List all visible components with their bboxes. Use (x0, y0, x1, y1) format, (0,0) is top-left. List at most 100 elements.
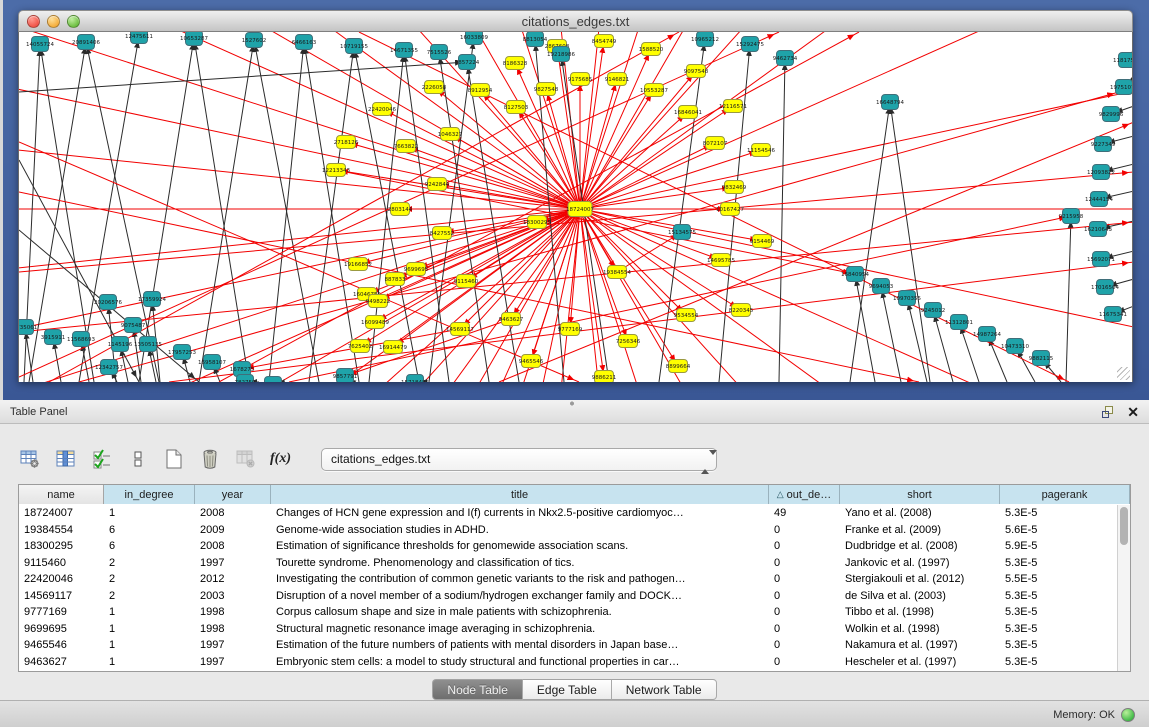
table-cell[interactable]: 0 (769, 621, 840, 638)
graph-node[interactable]: 18724007 (566, 202, 594, 217)
table-cell[interactable]: 18724007 (19, 505, 104, 522)
graph-node[interactable]: 14055724 (26, 37, 54, 52)
graph-node[interactable]: 9534554 (674, 309, 699, 322)
table-settings-button[interactable] (18, 447, 42, 471)
table-cell[interactable]: 0 (769, 588, 840, 605)
graph-node[interactable]: 2718126 (334, 136, 359, 149)
graph-edge[interactable] (850, 102, 890, 382)
table-cell[interactable]: Genome-wide association studies in ADHD. (271, 522, 769, 539)
column-header-pagerank[interactable]: pagerank (1000, 485, 1130, 504)
graph-node[interactable]: 11675341 (1099, 307, 1127, 322)
graph-node[interactable]: 10553287 (640, 84, 668, 97)
table-cell[interactable]: 18300295 (19, 538, 104, 555)
table-cell[interactable]: 2008 (195, 505, 271, 522)
delete-column-button[interactable] (198, 447, 222, 471)
graph-edge[interactable] (580, 32, 1048, 209)
graph-node[interactable]: 782759 (235, 375, 256, 383)
graph-node[interactable]: 11312801 (945, 315, 973, 330)
graph-node[interactable]: 2226058 (422, 81, 447, 94)
table-cell[interactable]: Disruption of a novel member of a sodium… (271, 588, 769, 605)
table-cell[interactable]: 0 (769, 555, 840, 572)
column-header-year[interactable]: year (195, 485, 271, 504)
table-cell[interactable]: 9699695 (19, 621, 104, 638)
graph-node[interactable]: 9115460 (454, 275, 479, 288)
network-window-titlebar[interactable]: citations_edges.txt (18, 10, 1133, 32)
table-cell[interactable]: 5.3E-5 (1000, 621, 1117, 638)
table-cell[interactable]: 5.3E-5 (1000, 588, 1117, 605)
table-cell[interactable]: 5.5E-5 (1000, 571, 1117, 588)
table-cell[interactable]: 1 (104, 654, 195, 671)
graph-node[interactable]: 9694053 (869, 279, 894, 294)
graph-edge[interactable] (580, 209, 604, 377)
graph-node[interactable]: 12093822 (1087, 165, 1115, 180)
graph-node[interactable]: 7515526 (427, 45, 452, 60)
table-select-dropdown[interactable]: citations_edges.txt (321, 448, 717, 471)
table-scrollbar[interactable] (1117, 505, 1130, 671)
graph-node[interactable]: 7857224 (455, 55, 480, 70)
graph-node[interactable]: 8899664 (666, 360, 691, 373)
graph-node[interactable]: 11154546 (747, 144, 775, 157)
graph-node[interactable]: 10965212 (691, 32, 719, 47)
graph-node[interactable]: 9242844 (425, 178, 450, 191)
function-builder-button[interactable]: f(x) (270, 447, 291, 471)
table-cell[interactable]: 5.3E-5 (1000, 604, 1117, 621)
table-cell[interactable]: Nakamura et al. (1997) (840, 637, 1000, 654)
table-cell[interactable]: 1997 (195, 654, 271, 671)
graph-node[interactable]: 15692071 (1087, 252, 1115, 267)
table-cell[interactable]: 0 (769, 654, 840, 671)
graph-node[interactable]: 9097548 (684, 65, 709, 78)
column-header-outde[interactable]: △out_de… (769, 485, 840, 504)
graph-node[interactable]: 17016504 (1091, 280, 1119, 295)
graph-node[interactable]: 16210643 (1084, 222, 1112, 237)
graph-node[interactable]: 12923448 (259, 377, 287, 383)
table-row[interactable]: 946554611997Estimation of the future num… (19, 637, 1117, 654)
table-cell[interactable]: 2 (104, 555, 195, 572)
table-cell[interactable]: 6 (104, 522, 195, 539)
graph-node[interactable]: 10719155 (340, 39, 368, 54)
table-panel-header[interactable]: Table Panel ✕ (0, 400, 1149, 424)
graph-edge[interactable] (382, 109, 580, 209)
graph-node[interactable]: 9463627 (499, 313, 524, 326)
minimize-window-icon[interactable] (47, 15, 60, 28)
graph-node[interactable]: 19751074 (1110, 80, 1133, 95)
scrollbar-thumb[interactable] (1120, 507, 1128, 545)
tab-network-table[interactable]: Network Table (612, 679, 717, 700)
table-cell[interactable]: 9777169 (19, 604, 104, 621)
table-cell[interactable]: 0 (769, 604, 840, 621)
graph-node[interactable]: 16648794 (876, 95, 904, 110)
graph-node[interactable]: 12342757 (95, 360, 123, 375)
graph-node[interactable]: 8186328 (503, 57, 528, 70)
graph-node[interactable]: 6466163 (292, 35, 317, 50)
table-cell[interactable]: 9463627 (19, 654, 104, 671)
table-cell[interactable]: 1 (104, 637, 195, 654)
graph-node[interactable]: 9857791 (333, 369, 358, 383)
column-header-indegree[interactable]: in_degree (104, 485, 195, 504)
graph-node[interactable]: 9827548 (534, 83, 559, 96)
graph-node[interactable]: 12475611 (125, 32, 153, 44)
table-cell[interactable]: 2008 (195, 538, 271, 555)
graph-node[interactable]: 9886211 (592, 371, 617, 383)
graph-node[interactable]: 15718485 (401, 375, 429, 383)
table-cell[interactable]: 2 (104, 571, 195, 588)
graph-node[interactable]: 12213343 (322, 164, 350, 177)
table-cell[interactable]: 1997 (195, 637, 271, 654)
graph-node[interactable]: 10473310 (1001, 339, 1029, 354)
graph-edge[interactable] (86, 42, 159, 382)
graph-edge[interactable] (580, 209, 1048, 382)
table-cell[interactable]: 0 (769, 637, 840, 654)
table-row[interactable]: 946362711997Embryonic stem cells: a mode… (19, 654, 1117, 671)
graph-edge[interactable] (580, 32, 796, 209)
table-cell[interactable]: Yano et al. (2008) (840, 505, 1000, 522)
graph-node[interactable]: 9699695 (404, 263, 429, 276)
graph-node[interactable]: 12116571 (719, 100, 747, 113)
table-cell[interactable]: 1 (104, 621, 195, 638)
graph-node[interactable]: 3915911 (41, 330, 66, 345)
splitter-handle-icon[interactable] (568, 401, 576, 406)
graph-node[interactable]: 9146821 (605, 73, 630, 86)
close-window-icon[interactable] (27, 15, 40, 28)
table-cell[interactable]: 0 (769, 522, 840, 539)
graph-node[interactable]: 9227349 (1091, 137, 1116, 152)
table-cell[interactable]: 5.3E-5 (1000, 555, 1117, 572)
graph-node[interactable]: 7256346 (616, 335, 641, 348)
graph-node[interactable]: 14671355 (390, 43, 418, 58)
